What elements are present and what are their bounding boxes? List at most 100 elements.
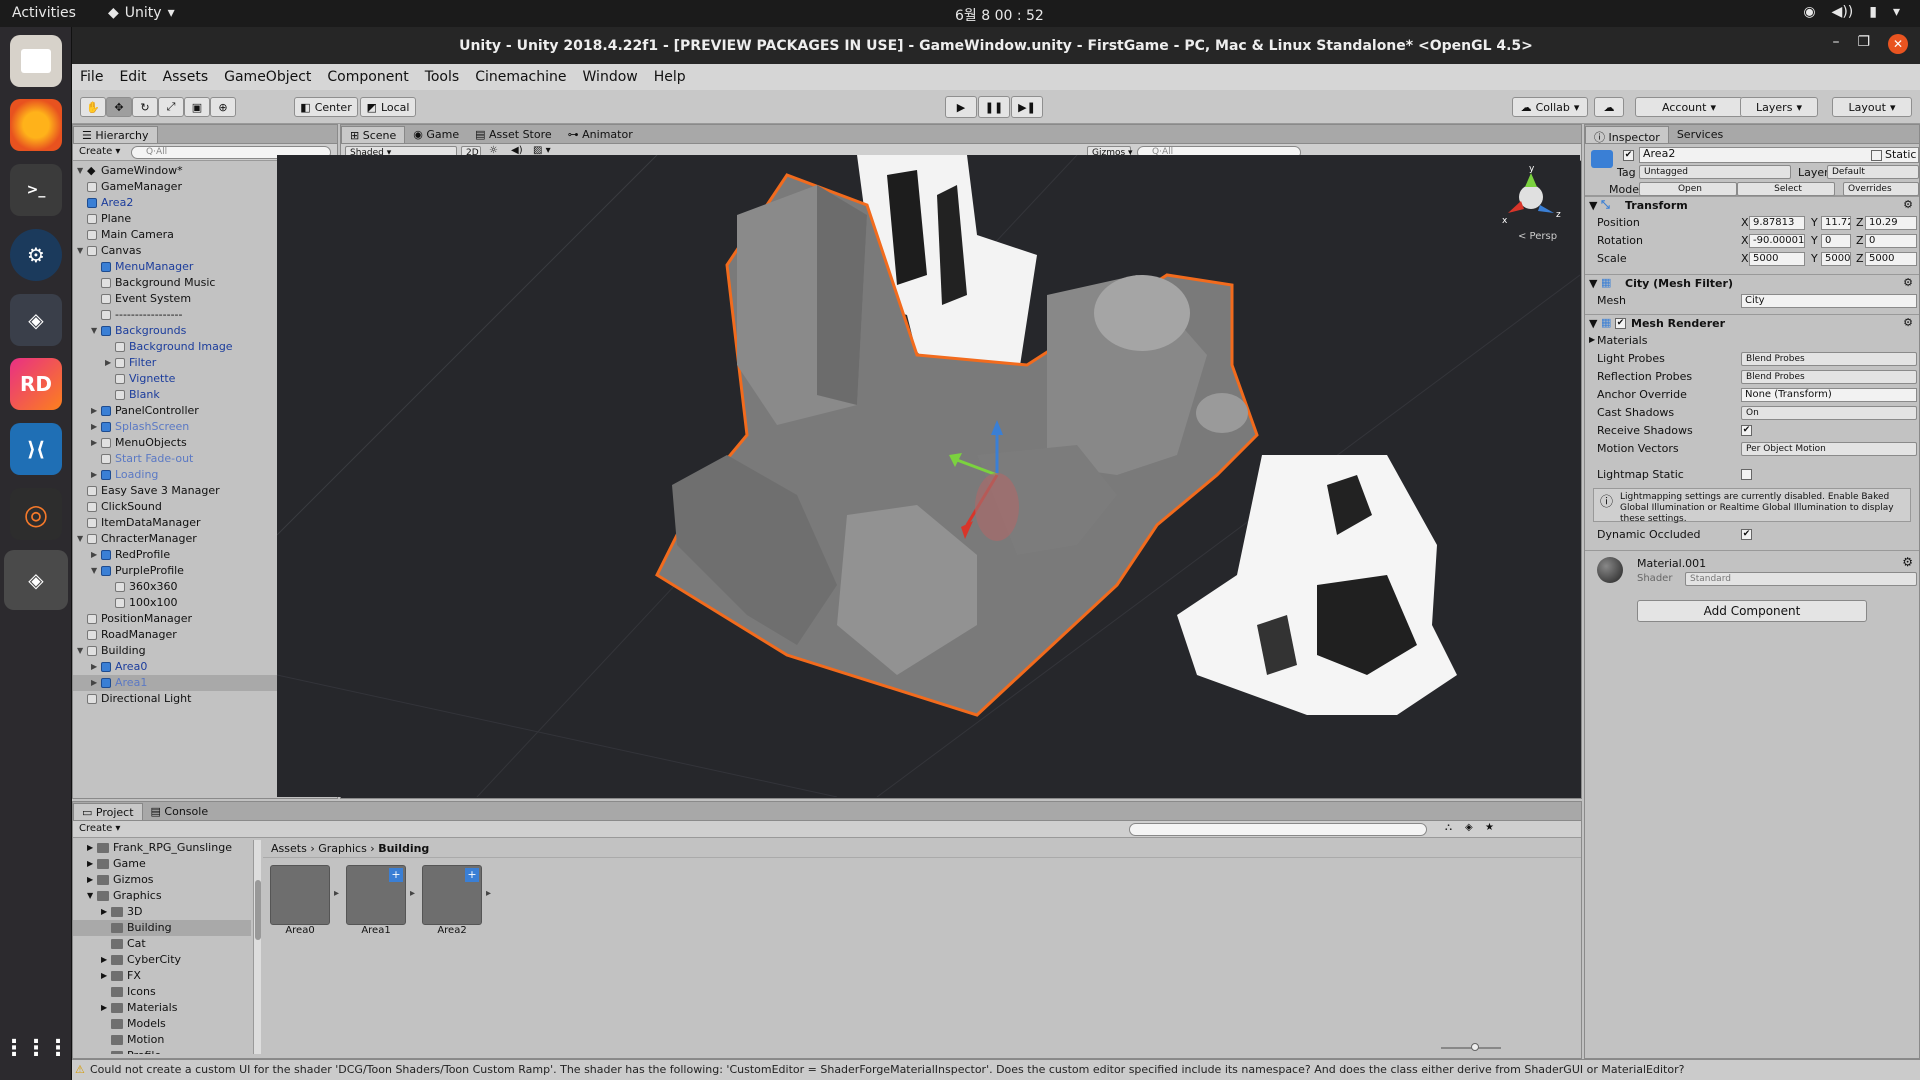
app-grid-icon[interactable]: ⋮⋮⋮ [3,1022,69,1074]
project-create-dropdown[interactable]: Create ▾ [79,823,120,834]
tag-dropdown[interactable]: Untagged [1639,165,1791,179]
scene-viewport[interactable]: y x z < Persp [277,155,1580,797]
layers-dropdown[interactable]: Layers ▾ [1740,97,1818,117]
folder-item[interactable]: Cat [73,936,251,952]
component-settings-icon[interactable]: ⚙ [1903,316,1913,329]
folder-item[interactable]: ▶ Game [73,856,251,872]
rotation-z-field[interactable]: 0 [1865,234,1917,248]
account-dropdown[interactable]: Account ▾ [1635,97,1743,117]
static-checkbox[interactable] [1871,150,1882,161]
scale-y-field[interactable]: 5000 [1821,252,1851,266]
scene-orientation-gizmo[interactable]: y x z < Persp [1496,161,1566,241]
move-tool-icon[interactable]: ✥ [106,97,132,117]
status-bar[interactable]: ⚠ Could not create a custom UI for the s… [72,1059,1920,1080]
expand-arrow-icon[interactable]: ▼ [77,243,83,259]
pause-button[interactable]: ❚❚ [978,96,1010,118]
shader-dropdown[interactable]: Standard [1685,572,1917,586]
menu-file[interactable]: File [72,69,111,85]
folder-item[interactable]: Models [73,1016,251,1032]
folder-item[interactable]: ▶ FX [73,968,251,984]
position-x-field[interactable]: 9.87813 [1749,216,1805,230]
expand-arrow-icon[interactable]: ▶ [91,659,97,675]
terminal-icon[interactable]: >_ [10,164,62,216]
expand-circle-icon[interactable]: ▸ [486,888,491,899]
receive-shadows-checkbox[interactable]: ✔ [1741,425,1752,436]
expand-arrow-icon[interactable]: ▶ [91,403,97,419]
expand-arrow-icon[interactable]: ▶ [91,435,97,451]
activities-button[interactable]: Activities [12,5,76,21]
asset-area0[interactable]: ▸ Area0 [268,865,339,936]
collab-button[interactable]: ☁ Collab ▾ [1512,97,1588,117]
folder-item[interactable]: ▶ Frank_RPG_Gunslinge [73,840,251,856]
expand-arrow-icon[interactable]: ▼ [87,888,93,904]
filter-by-type-icon[interactable]: ⛬ [1445,822,1452,833]
expand-arrow-icon[interactable]: ▶ [87,840,93,856]
blender-icon[interactable]: ◎ [10,488,62,540]
expand-arrow-icon[interactable]: ▼ [77,163,83,179]
breadcrumb-assets[interactable]: Assets [271,842,307,855]
cast-shadows-dropdown[interactable]: On [1741,406,1917,420]
app-menu[interactable]: ◆ Unity ▾ [108,5,175,21]
rider-icon[interactable]: RD [10,358,62,410]
pivot-local-button[interactable]: ◩ Local [360,97,416,117]
expand-arrow-icon[interactable]: ▶ [87,872,93,888]
position-y-field[interactable]: 11.72 [1821,216,1851,230]
folder-item[interactable]: Icons [73,984,251,1000]
component-settings-icon[interactable]: ⚙ [1903,276,1913,289]
transform-tool-icon[interactable]: ⊕ [210,97,236,117]
reflection-probes-dropdown[interactable]: Blend Probes [1741,370,1917,384]
expand-arrow-icon[interactable]: ▶ [91,419,97,435]
select-button[interactable]: Select [1737,182,1835,196]
step-button[interactable]: ▶❚ [1011,96,1043,118]
folder-item[interactable]: Building [73,920,251,936]
menu-edit[interactable]: Edit [111,69,154,85]
hand-tool-icon[interactable]: ✋ [80,97,106,117]
folder-tree-scrollbar[interactable] [253,840,261,1054]
component-settings-icon[interactable]: ⚙ [1902,555,1913,569]
expand-arrow-icon[interactable]: ▼ [91,323,97,339]
overrides-dropdown[interactable]: Overrides [1843,182,1919,196]
asset-area1[interactable]: + ▸ Area1 [344,865,415,936]
expand-arrow-icon[interactable]: ▶ [91,467,97,483]
expand-arrow-icon[interactable]: ▶ [87,856,93,872]
expand-arrow-icon[interactable]: ▶ [101,952,107,968]
close-icon[interactable]: ✕ [1888,34,1908,54]
material-section[interactable]: Material.001 Shader Standard ⚙ [1585,550,1919,590]
light-probes-dropdown[interactable]: Blend Probes [1741,352,1917,366]
active-checkbox[interactable]: ✔ [1623,150,1634,161]
menu-tools[interactable]: Tools [417,69,468,85]
mesh-renderer-enabled-checkbox[interactable]: ✔ [1615,318,1626,329]
materials-row[interactable]: ▶ Materials [1585,332,1919,350]
position-z-field[interactable]: 10.29 [1865,216,1917,230]
rotation-y-field[interactable]: 0 [1821,234,1851,248]
expand-arrow-icon[interactable]: ▶ [101,904,107,920]
rect-tool-icon[interactable]: ▣ [184,97,210,117]
tab-asset-store[interactable]: ▤ Asset Store [467,126,560,143]
transform-header[interactable]: ▼ ⤡ Transform ⚙ [1585,196,1919,214]
rotation-x-field[interactable]: -90.00001 [1749,234,1805,248]
layout-dropdown[interactable]: Layout ▾ [1832,97,1912,117]
expand-arrow-icon[interactable]: ▶ [105,355,111,371]
motion-vectors-dropdown[interactable]: Per Object Motion [1741,442,1917,456]
folder-item[interactable]: ▶ CyberCity [73,952,251,968]
clock[interactable]: 6월 8 00 : 52 [955,5,1044,25]
favorite-star-icon[interactable]: ★ [1485,822,1494,833]
folder-item[interactable]: Profile [73,1048,251,1054]
thumbnail-size-slider[interactable] [1441,1043,1501,1051]
expand-circle-icon[interactable]: ▸ [334,888,339,899]
files-icon[interactable] [10,35,62,87]
filter-by-label-icon[interactable]: ◈ [1465,822,1473,833]
project-search-input[interactable] [1129,823,1427,836]
tab-inspector[interactable]: ⓘ Inspector [1585,126,1669,144]
breadcrumb-graphics[interactable]: Graphics [318,842,367,855]
scrollbar-thumb[interactable] [255,880,261,940]
folder-item[interactable]: Motion [73,1032,251,1048]
folder-item[interactable]: ▶ 3D [73,904,251,920]
unity-hub-icon[interactable]: ◈ [10,294,62,346]
system-tray[interactable]: ◉ ◀)) ▮ ▾ [1803,4,1900,20]
expand-arrow-icon[interactable]: ▼ [91,563,97,579]
slider-handle[interactable] [1471,1043,1479,1051]
anchor-override-field[interactable]: None (Transform) [1741,388,1917,402]
menu-assets[interactable]: Assets [155,69,217,85]
layer-dropdown[interactable]: Default [1827,165,1919,179]
